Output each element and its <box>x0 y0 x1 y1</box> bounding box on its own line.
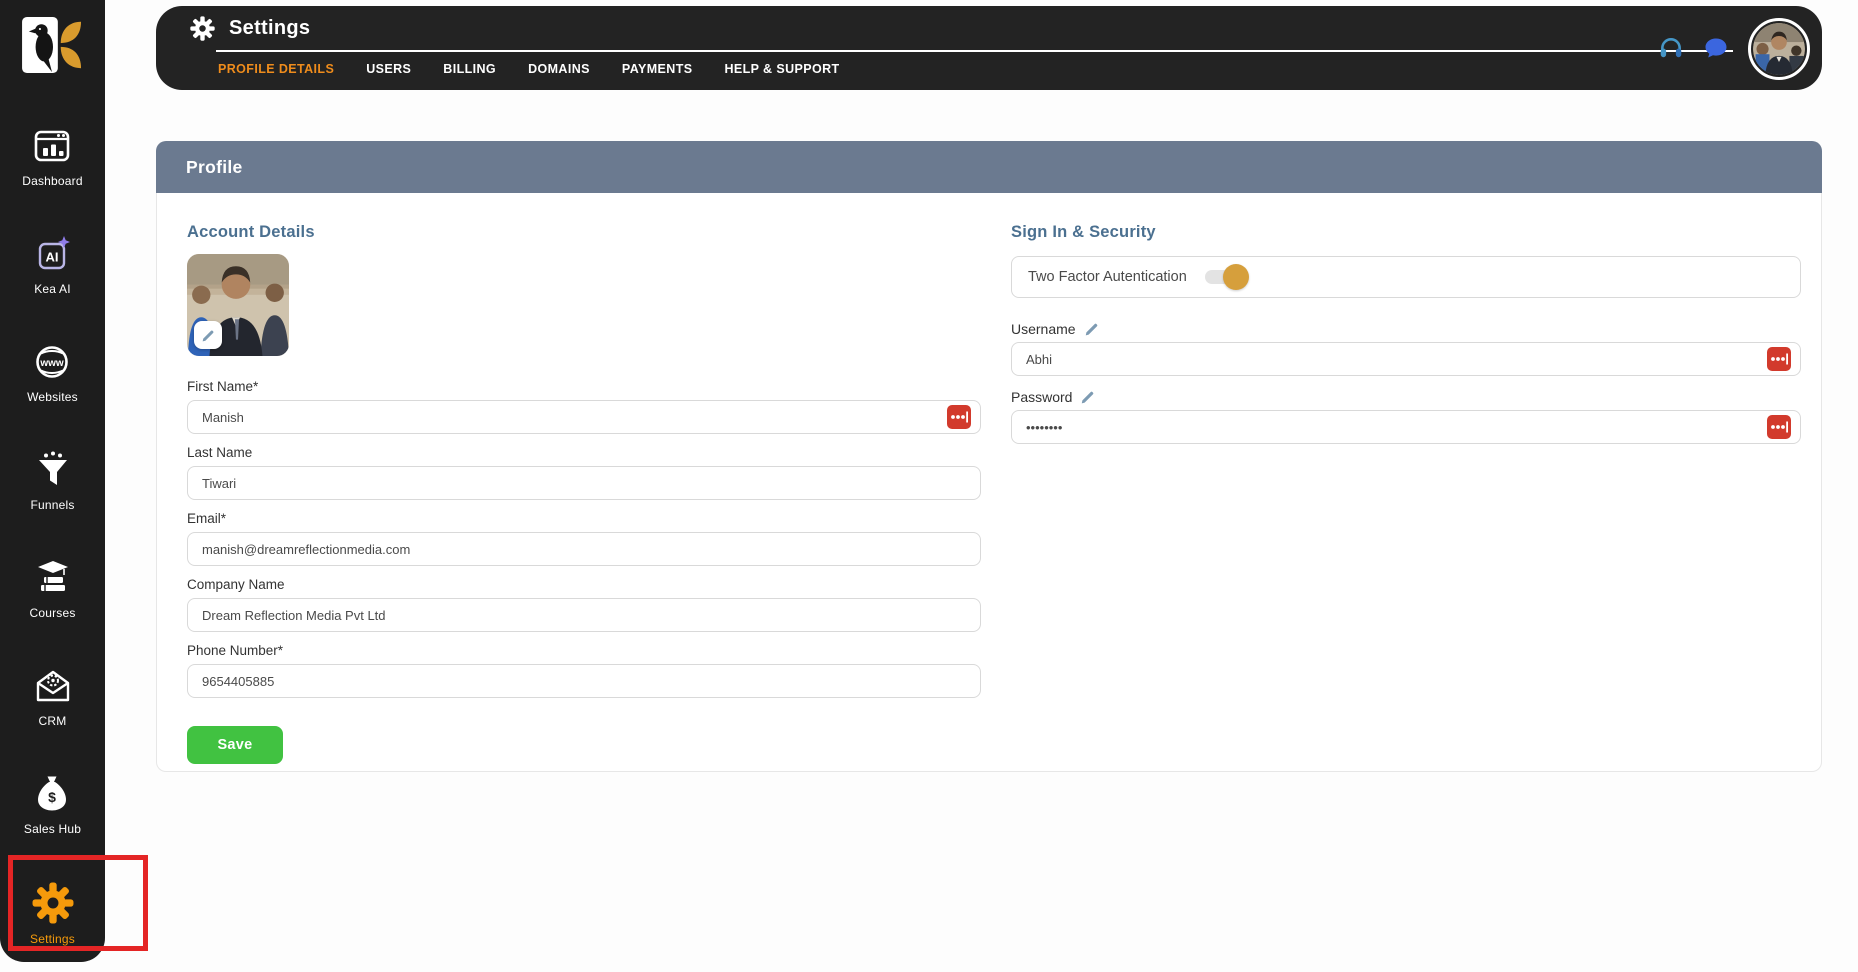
tab-billing[interactable]: BILLING <box>443 62 496 76</box>
account-details-heading: Account Details <box>187 223 981 242</box>
password-manager-icon[interactable] <box>1767 347 1791 371</box>
edit-username-button[interactable] <box>1084 321 1100 337</box>
sidebar-item-kea-ai[interactable]: AI Kea AI <box>33 234 73 306</box>
svg-text:AI: AI <box>45 250 58 265</box>
app-logo[interactable] <box>21 16 85 79</box>
first-name-label: First Name* <box>187 378 981 396</box>
pencil-icon <box>1084 321 1100 337</box>
email-label: Email* <box>187 510 981 528</box>
last-name-label: Last Name <box>187 444 981 462</box>
tab-domains[interactable]: DOMAINS <box>528 62 590 76</box>
two-factor-box: Two Factor Autentication <box>1011 256 1801 298</box>
tab-payments[interactable]: PAYMENTS <box>622 62 693 76</box>
profile-section-bar: Profile <box>156 141 1822 193</box>
two-factor-label: Two Factor Autentication <box>1028 269 1187 285</box>
tab-profile-details[interactable]: PROFILE DETAILS <box>218 62 334 76</box>
password-manager-icon[interactable] <box>1767 415 1791 439</box>
ai-icon: AI <box>33 234 73 274</box>
globe-www-icon: www <box>32 342 72 382</box>
tab-help-support[interactable]: HELP & SUPPORT <box>724 62 839 76</box>
sidebar-item-label: Dashboard <box>22 174 83 188</box>
phone-number-field <box>187 664 981 698</box>
security-heading: Sign In & Security <box>1011 223 1801 242</box>
sidebar-item-sales-hub[interactable]: $ Sales Hub <box>24 774 81 846</box>
svg-text:$: $ <box>49 789 57 805</box>
edit-photo-button[interactable] <box>194 321 222 349</box>
settings-page: Dashboard AI Kea AI www Websites <box>0 0 1858 972</box>
graduation-books-icon <box>33 558 73 598</box>
sidebar-item-label: Websites <box>27 390 78 404</box>
sidebar-nav: Dashboard AI Kea AI www Websites <box>0 126 105 954</box>
money-bag-icon: $ <box>32 774 72 814</box>
sidebar-item-crm[interactable]: CRM <box>33 666 73 738</box>
password-label: Password <box>1011 388 1072 406</box>
username-input[interactable] <box>1011 342 1801 376</box>
sidebar: Dashboard AI Kea AI www Websites <box>0 0 105 962</box>
email-input[interactable] <box>187 532 981 566</box>
profile-card-body: Account Details <box>156 193 1822 772</box>
headset-icon[interactable] <box>1658 35 1684 61</box>
toggle-knob <box>1223 264 1249 290</box>
phone-number-label: Phone Number* <box>187 642 981 660</box>
pencil-icon <box>201 328 216 343</box>
password-field <box>1011 410 1801 444</box>
profile-card: Profile Account Details <box>156 141 1822 772</box>
two-factor-toggle[interactable] <box>1205 270 1245 284</box>
company-name-input[interactable] <box>187 598 981 632</box>
account-details-column: Account Details <box>187 193 981 764</box>
sidebar-item-courses[interactable]: Courses <box>29 558 75 630</box>
header-underline <box>216 50 1733 52</box>
page-title: Settings <box>229 17 310 40</box>
username-label: Username <box>1011 320 1076 338</box>
email-field <box>187 532 981 566</box>
last-name-input[interactable] <box>187 466 981 500</box>
profile-section-title: Profile <box>186 157 243 178</box>
bird-logo-icon <box>21 16 85 74</box>
profile-photo[interactable] <box>187 254 289 356</box>
first-name-input[interactable] <box>187 400 981 434</box>
security-column: Sign In & Security Two Factor Autenticat… <box>1011 193 1801 454</box>
dashboard-icon <box>32 126 72 166</box>
svg-text:www: www <box>40 358 65 369</box>
save-button[interactable]: Save <box>187 726 283 764</box>
edit-password-button[interactable] <box>1080 389 1096 405</box>
avatar-photo <box>1753 23 1805 75</box>
pencil-icon <box>1080 389 1096 405</box>
sidebar-item-label: Funnels <box>30 498 74 512</box>
sidebar-item-label: Courses <box>29 606 75 620</box>
sidebar-item-label: CRM <box>39 714 67 728</box>
top-header: Settings PROFILE DETAILS USERS BILLING D… <box>156 6 1822 90</box>
sidebar-item-funnels[interactable]: Funnels <box>30 450 74 522</box>
chat-icon[interactable] <box>1704 36 1728 60</box>
envelope-gear-icon <box>33 666 73 706</box>
first-name-field <box>187 400 981 434</box>
annotation-highlight-box <box>8 855 148 951</box>
user-avatar[interactable] <box>1748 18 1810 80</box>
password-manager-icon[interactable] <box>947 405 971 429</box>
sidebar-item-label: Sales Hub <box>24 822 81 836</box>
tab-users[interactable]: USERS <box>366 62 411 76</box>
phone-number-input[interactable] <box>187 664 981 698</box>
sidebar-item-label: Kea AI <box>34 282 71 296</box>
funnel-icon <box>33 450 73 490</box>
sidebar-item-websites[interactable]: www Websites <box>27 342 78 414</box>
company-name-field <box>187 598 981 632</box>
password-input[interactable] <box>1011 410 1801 444</box>
company-name-label: Company Name <box>187 576 981 594</box>
settings-tabs: PROFILE DETAILS USERS BILLING DOMAINS PA… <box>218 62 840 76</box>
sidebar-item-dashboard[interactable]: Dashboard <box>22 126 83 198</box>
settings-title-gear-icon <box>190 16 215 41</box>
username-field <box>1011 342 1801 376</box>
last-name-field <box>187 466 981 500</box>
